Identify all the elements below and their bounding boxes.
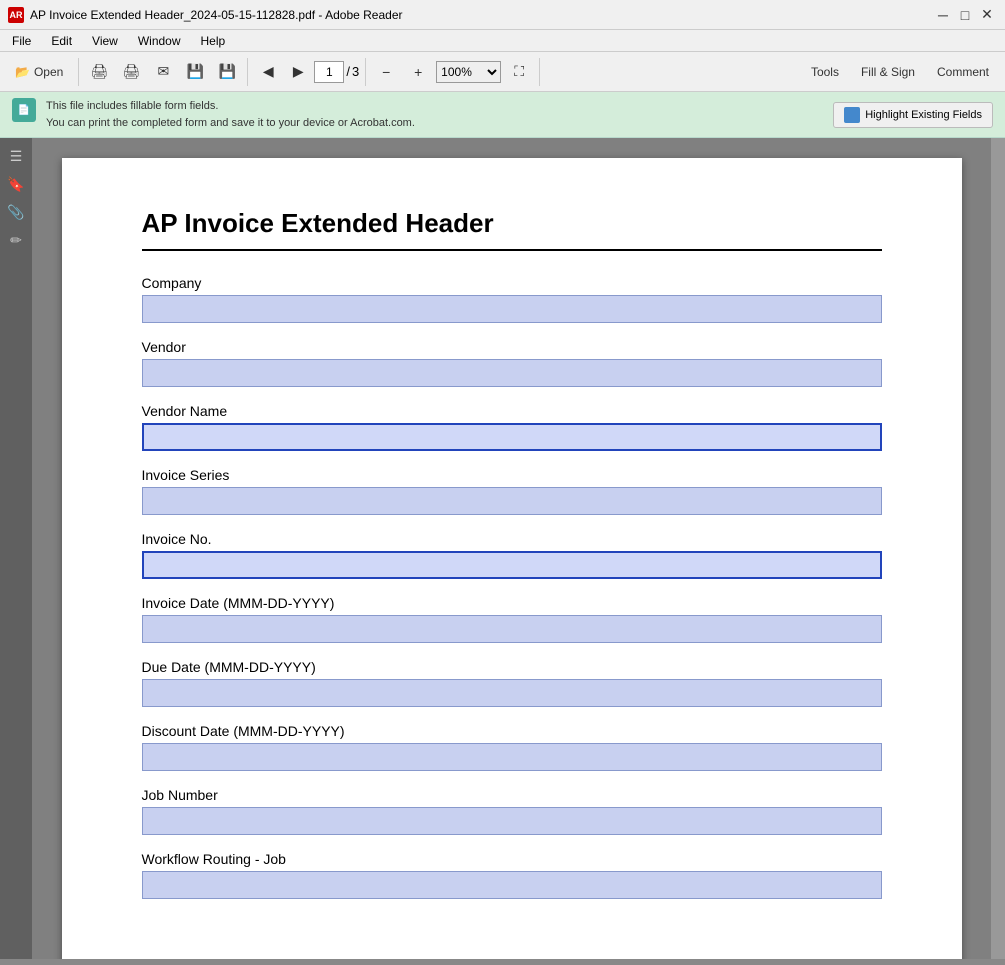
menu-window[interactable]: Window [130,32,189,50]
pdf-page-title: AP Invoice Extended Header [142,208,882,251]
pdf-viewer[interactable]: AP Invoice Extended Header Company Vendo… [32,138,991,959]
field-vendor: Vendor [142,339,882,387]
page-total: 3 [352,64,359,79]
notification-bar: 📄 This file includes fillable form field… [0,92,1005,138]
maximize-button[interactable]: □ [955,5,975,25]
menu-edit[interactable]: Edit [43,32,80,50]
page-navigation: ◀ ▶ / 3 [254,58,359,86]
input-invoice-date[interactable] [142,615,882,643]
label-invoice-no: Invoice No. [142,531,882,547]
input-discount-date[interactable] [142,743,882,771]
page-separator: / [346,64,350,79]
save-button[interactable]: 💾 [181,58,209,86]
menu-bar: File Edit View Window Help [0,30,1005,52]
app-icon: AR [8,7,24,23]
field-company: Company [142,275,882,323]
field-job-number: Job Number [142,787,882,835]
highlight-icon [844,107,860,123]
input-job-number[interactable] [142,807,882,835]
separator-1 [78,58,79,86]
open-button[interactable]: 📂 Open [6,58,72,86]
right-scrollbar [991,138,1005,959]
field-invoice-no: Invoice No. [142,531,882,579]
main-area: ☰ 🔖 📎 ✏ AP Invoice Extended Header Compa… [0,138,1005,959]
zoom-out-button[interactable]: − [372,58,400,86]
label-company: Company [142,275,882,291]
input-invoice-no[interactable] [142,551,882,579]
window-title: AP Invoice Extended Header_2024-05-15-11… [30,8,403,22]
input-workflow-routing[interactable] [142,871,882,899]
input-due-date[interactable] [142,679,882,707]
window-controls: ─ □ ✕ [933,5,997,25]
highlight-fields-button[interactable]: Highlight Existing Fields [833,102,993,128]
title-bar: AR AP Invoice Extended Header_2024-05-15… [0,0,1005,30]
zoom-in-button[interactable]: + [404,58,432,86]
next-page-button[interactable]: ▶ [284,58,312,86]
menu-view[interactable]: View [84,32,126,50]
input-vendor-name[interactable] [142,423,882,451]
floppy-button[interactable]: 💾 [213,58,241,86]
open-folder-icon: 📂 [15,65,30,79]
prev-page-button[interactable]: ◀ [254,58,282,86]
panel-icon-bookmarks[interactable]: 🔖 [6,174,26,194]
panel-icon-menu[interactable]: ☰ [6,146,26,166]
pdf-page: AP Invoice Extended Header Company Vendo… [62,158,962,959]
separator-3 [365,58,366,86]
separator-2 [247,58,248,86]
notification-content: 📄 This file includes fillable form field… [12,98,415,131]
field-invoice-series: Invoice Series [142,467,882,515]
close-button[interactable]: ✕ [977,5,997,25]
fill-sign-button[interactable]: Fill & Sign [851,61,925,83]
toolbar: 📂 Open 🖨 🖨 ✉ 💾 💾 ◀ ▶ / 3 − + 100% 75% 12… [0,52,1005,92]
panel-icon-annotations[interactable]: ✏ [6,230,26,250]
label-workflow-routing: Workflow Routing - Job [142,851,882,867]
print-button[interactable]: 🖨 [117,58,145,86]
notification-text: This file includes fillable form fields.… [46,98,415,131]
label-vendor: Vendor [142,339,882,355]
tools-button[interactable]: Tools [801,61,849,83]
panel-icon-attachments[interactable]: 📎 [6,202,26,222]
label-job-number: Job Number [142,787,882,803]
input-company[interactable] [142,295,882,323]
print-setup-button[interactable]: 🖨 [85,58,113,86]
zoom-select[interactable]: 100% 75% 125% 150% [436,61,501,83]
minimize-button[interactable]: ─ [933,5,953,25]
highlight-btn-label: Highlight Existing Fields [865,109,982,121]
page-number-input[interactable] [314,61,344,83]
label-discount-date: Discount Date (MMM-DD-YYYY) [142,723,882,739]
comment-button[interactable]: Comment [927,61,999,83]
field-due-date: Due Date (MMM-DD-YYYY) [142,659,882,707]
field-discount-date: Discount Date (MMM-DD-YYYY) [142,723,882,771]
separator-4 [539,58,540,86]
field-vendor-name: Vendor Name [142,403,882,451]
fit-button[interactable]: ⛶ [505,58,533,86]
notif-line2: You can print the completed form and sav… [46,115,415,132]
field-invoice-date: Invoice Date (MMM-DD-YYYY) [142,595,882,643]
toolbar-right: Tools Fill & Sign Comment [801,61,999,83]
label-due-date: Due Date (MMM-DD-YYYY) [142,659,882,675]
label-invoice-date: Invoice Date (MMM-DD-YYYY) [142,595,882,611]
menu-file[interactable]: File [4,32,39,50]
label-invoice-series: Invoice Series [142,467,882,483]
left-panel: ☰ 🔖 📎 ✏ [0,138,32,959]
input-invoice-series[interactable] [142,487,882,515]
notif-line1: This file includes fillable form fields. [46,98,415,115]
notification-icon: 📄 [12,98,36,122]
email-button[interactable]: ✉ [149,58,177,86]
field-workflow-routing: Workflow Routing - Job [142,851,882,899]
label-vendor-name: Vendor Name [142,403,882,419]
menu-help[interactable]: Help [193,32,234,50]
input-vendor[interactable] [142,359,882,387]
